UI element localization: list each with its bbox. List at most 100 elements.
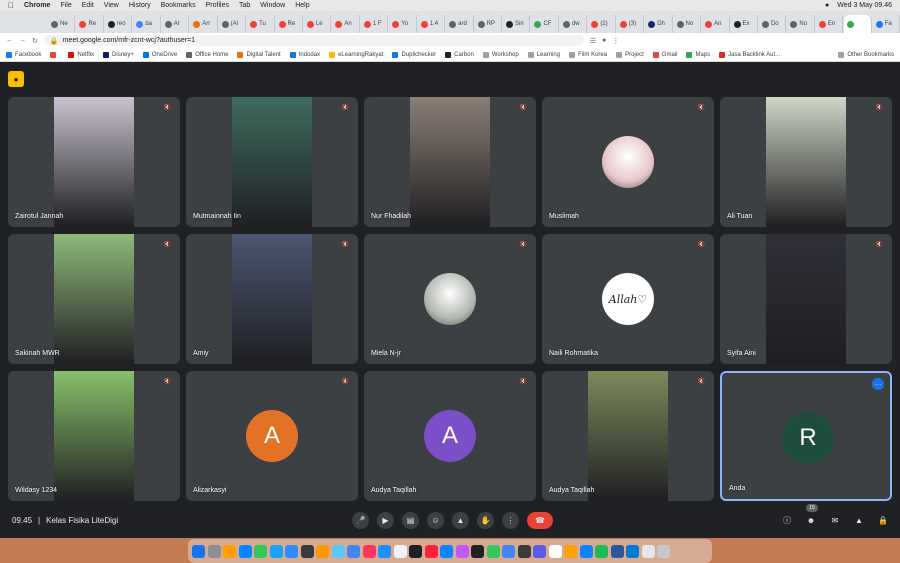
participant-tile[interactable]: Allah♡ 🔇 Naili Rohmatika bbox=[542, 234, 714, 364]
more-options-button[interactable]: ⋮ bbox=[502, 512, 519, 529]
browser-tab[interactable]: CF bbox=[531, 15, 559, 33]
browser-tab[interactable]: No bbox=[674, 15, 702, 33]
dock-app-icon[interactable] bbox=[409, 544, 422, 558]
participant-tile[interactable]: 🔇 Ali Tuan bbox=[720, 97, 892, 227]
menu-tab[interactable]: Tab bbox=[239, 2, 250, 9]
activities-button[interactable]: ▲ bbox=[852, 513, 866, 527]
dock-app-icon[interactable] bbox=[455, 544, 469, 558]
browser-tab[interactable]: Ne bbox=[48, 15, 76, 33]
other-bookmarks[interactable]: Other Bookmarks bbox=[838, 51, 894, 58]
browser-tab[interactable]: (3) bbox=[617, 15, 645, 33]
dock-app-icon[interactable] bbox=[316, 544, 329, 558]
bookmark-item[interactable]: Carbon bbox=[445, 51, 474, 58]
bookmark-item[interactable]: Netflix bbox=[68, 51, 94, 58]
dock-app-icon[interactable] bbox=[300, 544, 314, 558]
participant-tile[interactable]: 🔇 Amiy bbox=[186, 234, 358, 364]
forward-icon[interactable]: → bbox=[19, 37, 26, 44]
browser-tab[interactable]: Re bbox=[276, 15, 303, 33]
dock-app-icon[interactable] bbox=[207, 544, 221, 558]
dock-app-icon[interactable] bbox=[331, 544, 345, 558]
participant-tile[interactable]: 🔇 Muslimah bbox=[542, 97, 714, 227]
bookmark-item[interactable]: Learning bbox=[527, 51, 560, 58]
bookmark-item[interactable]: Disney+ bbox=[103, 51, 134, 58]
bookmark-item[interactable]: Office Home bbox=[186, 51, 228, 58]
dock-app-icon[interactable] bbox=[285, 544, 298, 558]
menu-help[interactable]: Help bbox=[295, 2, 309, 9]
participant-tile[interactable]: 🔇 Syifa Aini bbox=[720, 234, 892, 364]
dock-app-icon[interactable] bbox=[564, 544, 577, 558]
dock-app-icon[interactable] bbox=[254, 544, 267, 558]
browser-tab[interactable]: No bbox=[787, 15, 815, 33]
participant-tile[interactable]: 🔇 Sakinah MWR bbox=[8, 234, 180, 364]
address-bar[interactable]: 🔒 meet.google.com/mfr-zcnt-wcj?authuser=… bbox=[43, 35, 584, 46]
browser-tab[interactable]: An bbox=[702, 15, 730, 33]
dock-app-icon[interactable] bbox=[610, 544, 624, 558]
dock-app-icon[interactable] bbox=[595, 544, 608, 558]
browser-tab[interactable]: RP bbox=[475, 15, 502, 33]
bookmark-item[interactable]: OneDrive bbox=[142, 51, 177, 58]
browser-tab[interactable]: Sin bbox=[503, 15, 531, 33]
browser-tab[interactable]: En bbox=[816, 15, 844, 33]
browser-tab[interactable]: Do bbox=[759, 15, 787, 33]
participant-tile[interactable]: R … Anda bbox=[720, 371, 892, 501]
leave-call-button[interactable]: ☎ bbox=[527, 512, 553, 529]
browser-tab[interactable]: 1.4 bbox=[418, 15, 446, 33]
menu-view[interactable]: View bbox=[104, 2, 119, 9]
participant-tile[interactable]: 🔇 Mutmainnah Iin bbox=[186, 97, 358, 227]
browser-tab[interactable]: reo bbox=[105, 15, 133, 33]
browser-tab[interactable] bbox=[844, 15, 872, 33]
bookmark-item[interactable]: Maps bbox=[686, 51, 710, 58]
dock-app-icon[interactable] bbox=[393, 544, 407, 558]
browser-tab[interactable]: (2) bbox=[588, 15, 616, 33]
menu-profiles[interactable]: Profiles bbox=[206, 2, 229, 9]
bookmark-item[interactable] bbox=[50, 51, 59, 58]
dock-app-icon[interactable] bbox=[486, 544, 500, 558]
bookmark-item[interactable]: Film Korea bbox=[569, 51, 607, 58]
dock-app-icon[interactable] bbox=[471, 544, 484, 558]
browser-tab[interactable]: Fa bbox=[873, 15, 900, 33]
dock-app-icon[interactable] bbox=[347, 544, 360, 558]
menu-bookmarks[interactable]: Bookmarks bbox=[161, 2, 196, 9]
browser-tab[interactable]: 1 F bbox=[361, 15, 389, 33]
browser-tab[interactable]: Re bbox=[76, 15, 104, 33]
menu-edit[interactable]: Edit bbox=[82, 2, 94, 9]
clock[interactable]: Wed 3 May 09.46 bbox=[837, 2, 892, 9]
dock-app-icon[interactable] bbox=[378, 544, 391, 558]
browser-tab[interactable]: Tu bbox=[247, 15, 275, 33]
participant-tile[interactable]: 🔇 Zairotul Jannah bbox=[8, 97, 180, 227]
dock-app-icon[interactable] bbox=[517, 544, 531, 558]
people-button[interactable]: 15 ☻ bbox=[804, 504, 818, 527]
chat-button[interactable]: ✉ bbox=[828, 513, 842, 527]
apple-icon[interactable]:  bbox=[8, 1, 14, 10]
menu-window[interactable]: Window bbox=[260, 2, 285, 9]
menu-icon[interactable]: ⋮ bbox=[612, 37, 619, 45]
bookmark-item[interactable]: Gmail bbox=[652, 51, 677, 58]
extensions-icon[interactable]: ☰ bbox=[590, 37, 596, 45]
captions-button[interactable]: ▤ bbox=[402, 512, 419, 529]
menu-history[interactable]: History bbox=[129, 2, 151, 9]
dock-app-icon[interactable] bbox=[424, 544, 438, 558]
browser-tab[interactable]: Yo bbox=[389, 15, 417, 33]
participant-tile[interactable]: A 🔇 Audya Taqillah bbox=[364, 371, 536, 501]
meet-logo-icon[interactable]: ● bbox=[8, 71, 24, 87]
reload-icon[interactable]: ↻ bbox=[32, 37, 38, 45]
tile-more-options-button[interactable]: … bbox=[872, 378, 884, 390]
browser-tab[interactable]: An bbox=[332, 15, 360, 33]
wifi-icon[interactable]: ● bbox=[825, 2, 829, 9]
bookmark-item[interactable]: Jasa Backlink Aut... bbox=[719, 51, 780, 58]
participant-tile[interactable]: 🔇 Audya Taqillah bbox=[542, 371, 714, 501]
browser-tab[interactable]: Arr bbox=[190, 15, 218, 33]
back-icon[interactable]: ← bbox=[6, 37, 13, 44]
dock-app-icon[interactable] bbox=[269, 544, 283, 558]
browser-tab[interactable]: dw bbox=[560, 15, 588, 33]
browser-tab[interactable]: Ex bbox=[731, 15, 758, 33]
dock-app-icon[interactable] bbox=[641, 544, 655, 558]
browser-tab[interactable]: ard bbox=[446, 15, 474, 33]
dock-app-icon[interactable] bbox=[362, 544, 376, 558]
browser-tab[interactable]: Le bbox=[304, 15, 332, 33]
browser-tab[interactable]: (Al bbox=[219, 15, 247, 33]
bookmark-item[interactable]: Facebook bbox=[6, 51, 41, 58]
participant-tile[interactable]: A 🔇 Alizarkasyi bbox=[186, 371, 358, 501]
bookmark-item[interactable]: eLearningRakyat bbox=[329, 51, 383, 58]
participant-tile[interactable]: 🔇 Wildasy 1234 bbox=[8, 371, 180, 501]
